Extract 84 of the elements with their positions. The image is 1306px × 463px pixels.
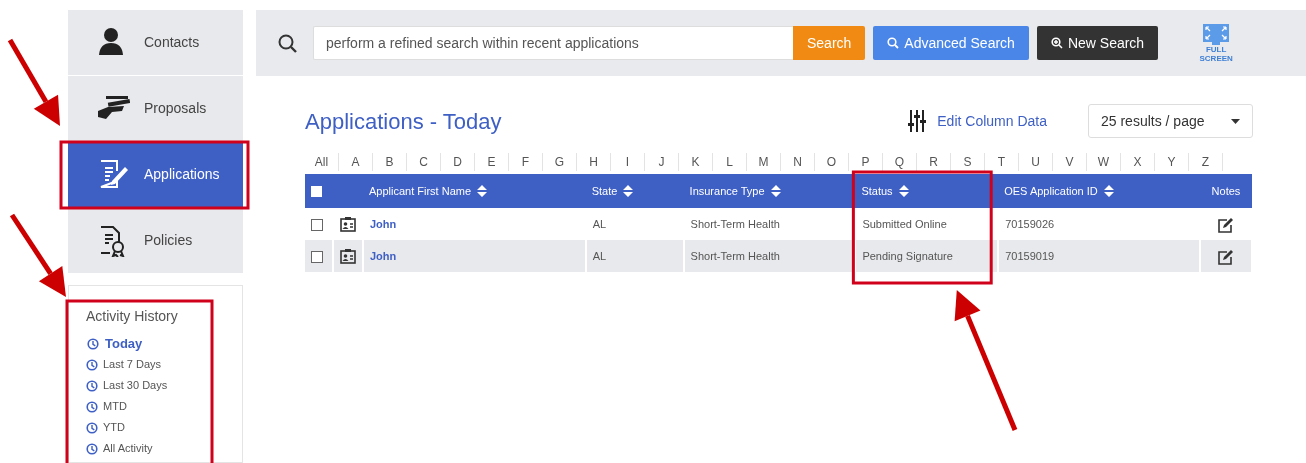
search-icon	[887, 37, 900, 49]
page-size-dropdown[interactable]: 25 results / page	[1088, 104, 1253, 138]
letter-filter[interactable]: P	[849, 153, 883, 171]
sort-icon	[623, 185, 634, 197]
column-header[interactable]: Notes	[1199, 174, 1252, 208]
edit-note-icon	[1217, 216, 1235, 233]
letter-filter[interactable]: V	[1053, 153, 1087, 171]
sort-icon	[477, 185, 488, 197]
column-header[interactable]: State	[585, 174, 684, 208]
select-all-checkbox[interactable]	[311, 186, 322, 198]
table-cell: Short-Term Health	[690, 249, 780, 262]
letter-filter[interactable]: M	[747, 153, 781, 171]
nav-item[interactable]: Proposals	[68, 76, 243, 142]
letter-filter[interactable]: J	[645, 153, 679, 171]
letter-filter[interactable]: F	[509, 153, 543, 171]
letter-filter[interactable]: C	[407, 153, 441, 171]
document-pen-icon	[98, 158, 130, 191]
edit-note-icon	[1217, 248, 1235, 265]
sliders-icon	[907, 109, 928, 133]
letter-filter[interactable]: Y	[1155, 153, 1189, 171]
history-link[interactable]: Last 30 Days	[86, 375, 168, 396]
applicant-link[interactable]: John	[370, 249, 397, 262]
letter-filter[interactable]: Z	[1189, 153, 1223, 171]
fullscreen-icon	[1202, 23, 1231, 45]
row-checkbox[interactable]	[311, 250, 323, 263]
letter-filter[interactable]: B	[373, 153, 407, 171]
contact-card-icon	[340, 249, 356, 265]
column-header[interactable]: OES Application ID	[998, 174, 1200, 208]
letter-filter[interactable]: X	[1121, 153, 1155, 171]
search-icon	[278, 33, 297, 53]
edit-columns-link[interactable]: Edit Column Data	[901, 108, 1053, 134]
history-link[interactable]: YTD	[86, 417, 125, 438]
nav-item[interactable]: Policies	[68, 208, 243, 274]
letter-filter[interactable]: Q	[883, 153, 917, 171]
applicant-link[interactable]: John	[370, 217, 397, 230]
letter-filter[interactable]: E	[475, 153, 509, 171]
table-cell: AL	[592, 217, 607, 230]
letter-filter[interactable]: K	[679, 153, 713, 171]
nav-item[interactable]: Contacts	[68, 10, 243, 76]
search-icon	[1050, 37, 1063, 49]
letter-filter[interactable]: R	[917, 153, 951, 171]
letter-filter[interactable]: H	[577, 153, 611, 171]
letter-filter[interactable]: S	[951, 153, 985, 171]
clock-icon	[86, 379, 98, 392]
clock-icon	[86, 421, 98, 434]
page-title: Applications - Today	[305, 107, 502, 136]
contact-card-icon	[340, 217, 356, 233]
letter-filter[interactable]: N	[781, 153, 815, 171]
clock-icon	[86, 400, 98, 413]
letter-filter[interactable]: W	[1087, 153, 1121, 171]
column-header[interactable]: Applicant First Name	[363, 174, 586, 208]
nav-item[interactable]: Applications	[68, 142, 243, 208]
letter-filter[interactable]: G	[543, 153, 577, 171]
clock-icon	[86, 358, 98, 371]
table-cell: AL	[592, 249, 607, 262]
letter-filter[interactable]: D	[441, 153, 475, 171]
table-cell: 70159019	[1005, 249, 1055, 262]
row-checkbox[interactable]	[311, 218, 323, 231]
table-cell: 70159026	[1005, 217, 1055, 230]
letter-filter[interactable]: L	[713, 153, 747, 171]
history-link[interactable]: MTD	[86, 396, 127, 417]
clock-icon	[86, 337, 100, 350]
advanced-search-button[interactable]: Advanced Search	[873, 26, 1029, 60]
letter-filter[interactable]: T	[985, 153, 1019, 171]
history-link[interactable]: Today	[86, 333, 143, 354]
history-link[interactable]: Last 7 Days	[86, 354, 162, 375]
table-cell: Submitted Online	[862, 217, 947, 230]
panel-title: Activity History	[86, 307, 179, 326]
letter-filter[interactable]: All	[305, 153, 339, 171]
sort-icon	[898, 185, 909, 197]
letter-filter[interactable]: A	[339, 153, 373, 171]
table-cell: Short-Term Health	[690, 217, 780, 230]
new-search-button[interactable]: New Search	[1036, 26, 1159, 60]
letter-filter[interactable]: U	[1019, 153, 1053, 171]
letter-filter[interactable]: O	[815, 153, 849, 171]
letter-filter[interactable]: I	[611, 153, 645, 171]
search-field[interactable]: perform a refined search within recent applications	[313, 26, 793, 60]
sort-icon	[1103, 185, 1114, 197]
column-header[interactable]: Status	[855, 174, 999, 208]
history-link[interactable]: All Activity	[86, 438, 153, 459]
clock-icon	[86, 442, 98, 455]
caret-icon	[1231, 118, 1240, 124]
sort-icon	[770, 185, 781, 197]
table-cell: Pending Signature	[862, 249, 953, 262]
